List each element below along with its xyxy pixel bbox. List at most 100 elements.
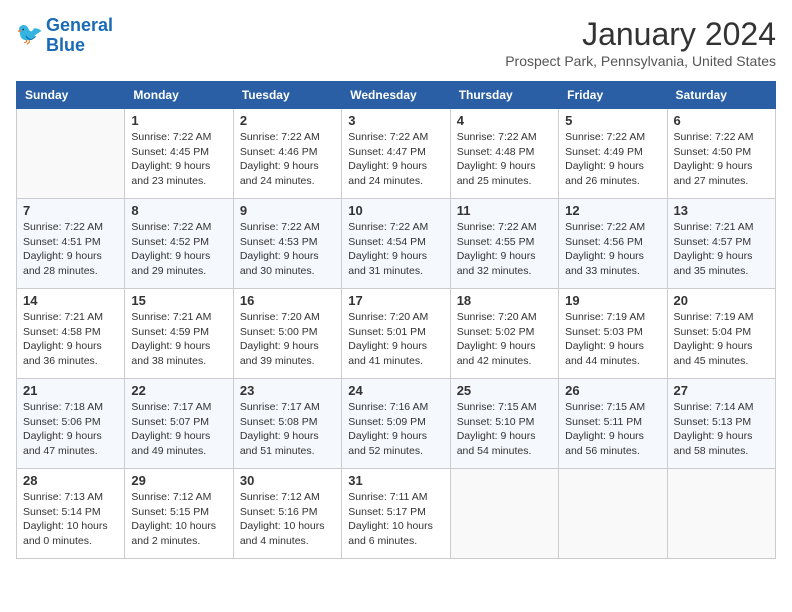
- day-number: 9: [240, 203, 335, 218]
- day-info: Sunrise: 7:15 AM Sunset: 5:10 PM Dayligh…: [457, 400, 552, 459]
- column-header-saturday: Saturday: [667, 82, 775, 109]
- calendar-cell: 1Sunrise: 7:22 AM Sunset: 4:45 PM Daylig…: [125, 109, 233, 199]
- calendar-cell: [450, 469, 558, 559]
- day-info: Sunrise: 7:22 AM Sunset: 4:54 PM Dayligh…: [348, 220, 443, 279]
- calendar-week-row: 14Sunrise: 7:21 AM Sunset: 4:58 PM Dayli…: [17, 289, 776, 379]
- day-number: 21: [23, 383, 118, 398]
- month-title: January 2024: [505, 16, 776, 53]
- calendar-cell: 5 Sunrise: 7:22 AM Sunset: 4:49 PM Daylig…: [559, 109, 667, 199]
- calendar-cell: 26 Sunrise: 7:15 AM Sunset: 5:11 PM Dayli…: [559, 379, 667, 469]
- day-number: 2: [240, 113, 335, 128]
- logo-icon: 🐦: [16, 19, 44, 47]
- logo-line2: Blue: [46, 35, 85, 55]
- column-header-thursday: Thursday: [450, 82, 558, 109]
- calendar-week-row: 7Sunrise: 7:22 AM Sunset: 4:51 PM Daylig…: [17, 199, 776, 289]
- calendar-cell: 8Sunrise: 7:22 AM Sunset: 4:52 PM Daylig…: [125, 199, 233, 289]
- day-number: 27: [674, 383, 769, 398]
- calendar-cell: 18 Sunrise: 7:20 AM Sunset: 5:02 PM Dayli…: [450, 289, 558, 379]
- day-number: 6: [674, 113, 769, 128]
- calendar-cell: 25 Sunrise: 7:15 AM Sunset: 5:10 PM Dayli…: [450, 379, 558, 469]
- day-info: Sunrise: 7:21 AM Sunset: 4:58 PM Dayligh…: [23, 310, 118, 369]
- day-info: Sunrise: 7:21 AM Sunset: 4:57 PM Dayligh…: [674, 220, 769, 279]
- column-header-friday: Friday: [559, 82, 667, 109]
- day-number: 28: [23, 473, 118, 488]
- day-info: Sunrise: 7:13 AM Sunset: 5:14 PM Dayligh…: [23, 490, 118, 549]
- calendar-cell: 31Sunrise: 7:11 AM Sunset: 5:17 PM Dayli…: [342, 469, 450, 559]
- day-number: 18: [457, 293, 552, 308]
- logo: 🐦 General Blue: [16, 16, 113, 56]
- day-number: 17: [348, 293, 443, 308]
- day-info: Sunrise: 7:12 AM Sunset: 5:15 PM Dayligh…: [131, 490, 226, 549]
- calendar-cell: [17, 109, 125, 199]
- day-number: 29: [131, 473, 226, 488]
- calendar-cell: 21 Sunrise: 7:18 AM Sunset: 5:06 PM Dayli…: [17, 379, 125, 469]
- calendar-table: SundayMondayTuesdayWednesdayThursdayFrid…: [16, 81, 776, 559]
- day-info: Sunrise: 7:22 AM Sunset: 4:51 PM Dayligh…: [23, 220, 118, 279]
- day-number: 13: [674, 203, 769, 218]
- calendar-week-row: 21 Sunrise: 7:18 AM Sunset: 5:06 PM Dayli…: [17, 379, 776, 469]
- calendar-cell: 12Sunrise: 7:22 AM Sunset: 4:56 PM Dayli…: [559, 199, 667, 289]
- day-info: Sunrise: 7:18 AM Sunset: 5:06 PM Dayligh…: [23, 400, 118, 459]
- day-number: 12: [565, 203, 660, 218]
- calendar-cell: 19 Sunrise: 7:19 AM Sunset: 5:03 PM Dayli…: [559, 289, 667, 379]
- logo-text: General Blue: [46, 16, 113, 56]
- location-subtitle: Prospect Park, Pennsylvania, United Stat…: [505, 53, 776, 69]
- day-info: Sunrise: 7:14 AM Sunset: 5:13 PM Dayligh…: [674, 400, 769, 459]
- column-header-wednesday: Wednesday: [342, 82, 450, 109]
- day-info: Sunrise: 7:22 AM Sunset: 4:49 PM Dayligh…: [565, 130, 660, 189]
- day-info: Sunrise: 7:17 AM Sunset: 5:07 PM Dayligh…: [131, 400, 226, 459]
- day-number: 1: [131, 113, 226, 128]
- day-info: Sunrise: 7:22 AM Sunset: 4:47 PM Dayligh…: [348, 130, 443, 189]
- day-number: 4: [457, 113, 552, 128]
- calendar-cell: 15Sunrise: 7:21 AM Sunset: 4:59 PM Dayli…: [125, 289, 233, 379]
- day-number: 8: [131, 203, 226, 218]
- day-info: Sunrise: 7:19 AM Sunset: 5:03 PM Dayligh…: [565, 310, 660, 369]
- day-info: Sunrise: 7:20 AM Sunset: 5:00 PM Dayligh…: [240, 310, 335, 369]
- title-block: January 2024 Prospect Park, Pennsylvania…: [505, 16, 776, 69]
- day-number: 24: [348, 383, 443, 398]
- calendar-cell: 13 Sunrise: 7:21 AM Sunset: 4:57 PM Dayli…: [667, 199, 775, 289]
- calendar-cell: 23Sunrise: 7:17 AM Sunset: 5:08 PM Dayli…: [233, 379, 341, 469]
- day-number: 31: [348, 473, 443, 488]
- day-info: Sunrise: 7:22 AM Sunset: 4:50 PM Dayligh…: [674, 130, 769, 189]
- column-header-sunday: Sunday: [17, 82, 125, 109]
- calendar-cell: 20 Sunrise: 7:19 AM Sunset: 5:04 PM Dayli…: [667, 289, 775, 379]
- day-number: 26: [565, 383, 660, 398]
- day-number: 19: [565, 293, 660, 308]
- calendar-cell: 30Sunrise: 7:12 AM Sunset: 5:16 PM Dayli…: [233, 469, 341, 559]
- day-info: Sunrise: 7:22 AM Sunset: 4:55 PM Dayligh…: [457, 220, 552, 279]
- calendar-cell: 2Sunrise: 7:22 AM Sunset: 4:46 PM Daylig…: [233, 109, 341, 199]
- day-info: Sunrise: 7:15 AM Sunset: 5:11 PM Dayligh…: [565, 400, 660, 459]
- day-number: 23: [240, 383, 335, 398]
- calendar-cell: 27 Sunrise: 7:14 AM Sunset: 5:13 PM Dayli…: [667, 379, 775, 469]
- calendar-cell: [559, 469, 667, 559]
- day-number: 16: [240, 293, 335, 308]
- calendar-week-row: 1Sunrise: 7:22 AM Sunset: 4:45 PM Daylig…: [17, 109, 776, 199]
- calendar-cell: [667, 469, 775, 559]
- day-number: 20: [674, 293, 769, 308]
- calendar-cell: 4Sunrise: 7:22 AM Sunset: 4:48 PM Daylig…: [450, 109, 558, 199]
- calendar-cell: 16 Sunrise: 7:20 AM Sunset: 5:00 PM Dayli…: [233, 289, 341, 379]
- column-header-tuesday: Tuesday: [233, 82, 341, 109]
- day-number: 10: [348, 203, 443, 218]
- day-number: 11: [457, 203, 552, 218]
- calendar-cell: 24 Sunrise: 7:16 AM Sunset: 5:09 PM Dayli…: [342, 379, 450, 469]
- calendar-cell: 9 Sunrise: 7:22 AM Sunset: 4:53 PM Daylig…: [233, 199, 341, 289]
- day-number: 5: [565, 113, 660, 128]
- day-info: Sunrise: 7:22 AM Sunset: 4:53 PM Dayligh…: [240, 220, 335, 279]
- calendar-cell: 22Sunrise: 7:17 AM Sunset: 5:07 PM Dayli…: [125, 379, 233, 469]
- day-info: Sunrise: 7:20 AM Sunset: 5:02 PM Dayligh…: [457, 310, 552, 369]
- column-header-monday: Monday: [125, 82, 233, 109]
- calendar-header-row: SundayMondayTuesdayWednesdayThursdayFrid…: [17, 82, 776, 109]
- day-info: Sunrise: 7:16 AM Sunset: 5:09 PM Dayligh…: [348, 400, 443, 459]
- day-number: 15: [131, 293, 226, 308]
- page-header: 🐦 General Blue January 2024 Prospect Par…: [16, 16, 776, 69]
- calendar-cell: 29 Sunrise: 7:12 AM Sunset: 5:15 PM Dayli…: [125, 469, 233, 559]
- calendar-week-row: 28 Sunrise: 7:13 AM Sunset: 5:14 PM Dayli…: [17, 469, 776, 559]
- day-info: Sunrise: 7:19 AM Sunset: 5:04 PM Dayligh…: [674, 310, 769, 369]
- calendar-cell: 14Sunrise: 7:21 AM Sunset: 4:58 PM Dayli…: [17, 289, 125, 379]
- logo-line1: General: [46, 15, 113, 35]
- calendar-cell: 17Sunrise: 7:20 AM Sunset: 5:01 PM Dayli…: [342, 289, 450, 379]
- day-number: 25: [457, 383, 552, 398]
- svg-text:🐦: 🐦: [16, 21, 43, 46]
